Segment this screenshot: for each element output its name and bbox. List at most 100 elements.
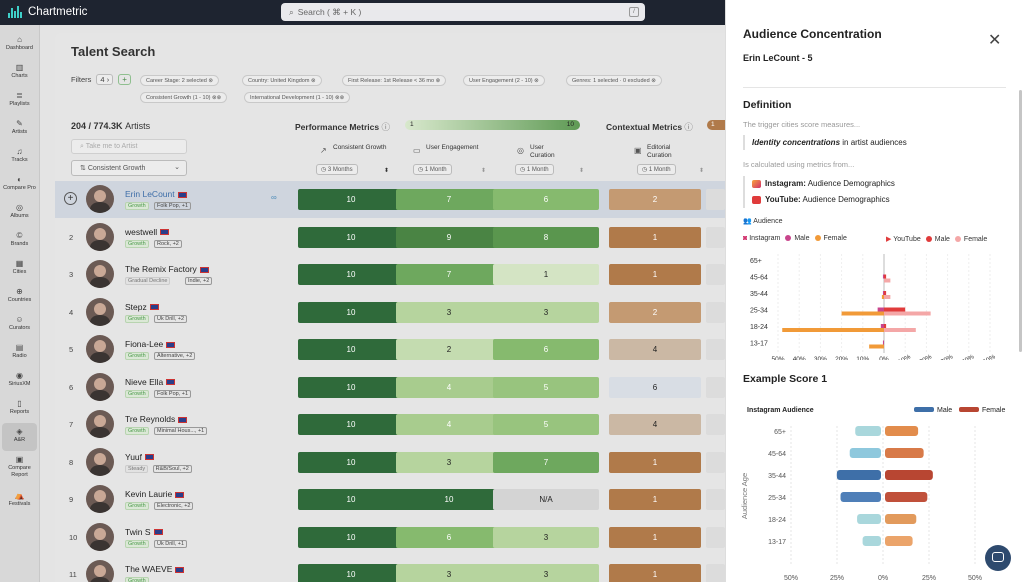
- avatar[interactable]: [86, 410, 114, 438]
- avatar[interactable]: [86, 335, 114, 363]
- score-cell[interactable]: 3: [396, 451, 502, 473]
- add-filter-button[interactable]: +: [118, 74, 131, 85]
- period-select[interactable]: ◷ 1 Month: [413, 164, 452, 175]
- avatar[interactable]: [86, 372, 114, 401]
- score-cell[interactable]: 3: [493, 564, 599, 582]
- add-icon[interactable]: +: [64, 192, 77, 205]
- table-row[interactable]: 8 Yuuf Steady R&B/Soul, +2 10 3 7 1: [55, 444, 725, 481]
- info-icon[interactable]: ⓘ: [684, 122, 693, 132]
- avatar[interactable]: [86, 260, 114, 288]
- score-cell[interactable]: 10: [298, 526, 404, 548]
- filter-chip[interactable]: User Engagement (2 - 10) ⊗: [463, 75, 545, 86]
- avatar[interactable]: [86, 522, 114, 551]
- score-cell[interactable]: 10: [298, 189, 404, 210]
- score-cell[interactable]: 2: [396, 339, 502, 360]
- score-cell[interactable]: 9: [396, 226, 502, 248]
- close-icon[interactable]: ⊗: [651, 78, 656, 84]
- sidebar-item-playlists[interactable]: ≣ Playlists: [0, 87, 39, 115]
- filter-chip[interactable]: Career Stage: 2 selected ⊗: [140, 75, 219, 86]
- score-cell[interactable]: 3: [493, 526, 599, 548]
- score-cell[interactable]: 5: [493, 414, 599, 435]
- sidebar-item-brands[interactable]: © Brands: [0, 227, 39, 255]
- sidebar-item-tracks[interactable]: ♫ Tracks: [0, 143, 39, 171]
- sidebar-item-artists[interactable]: ✎ Artists: [0, 115, 39, 143]
- avatar[interactable]: [86, 222, 114, 251]
- score-cell[interactable]: 7: [396, 189, 502, 210]
- avatar[interactable]: [86, 560, 114, 582]
- score-cell[interactable]: 7: [396, 264, 502, 285]
- score-cell[interactable]: 3: [493, 301, 599, 323]
- chat-button[interactable]: [985, 545, 1011, 571]
- close-icon[interactable]: ⊗⊗: [335, 95, 344, 101]
- sidebar-item-compare-report[interactable]: ▣ Compare Report: [0, 451, 39, 487]
- score-cell[interactable]: 5: [493, 376, 599, 398]
- score-cell[interactable]: 10: [298, 414, 404, 435]
- link-icon[interactable]: ∞: [271, 193, 277, 202]
- col-user-curation[interactable]: ◎ User Curation: [517, 144, 570, 159]
- score-cell[interactable]: 4: [396, 414, 502, 435]
- filter-chip[interactable]: International Development (1 - 10) ⊗⊗: [244, 92, 351, 103]
- sidebar-item-cities[interactable]: ▦ Cities: [0, 255, 39, 283]
- sidebar-item-siriusxm[interactable]: ◉ SiriusXM: [0, 367, 39, 395]
- sidebar-item-radio[interactable]: ▤ Radio: [0, 339, 39, 367]
- table-row[interactable]: 3 The Remix Factory Gradual Decline Indie, …: [55, 256, 725, 293]
- avatar[interactable]: [86, 447, 114, 476]
- score-cell[interactable]: 6: [609, 376, 701, 398]
- artist-name[interactable]: westwell: [125, 227, 170, 237]
- table-row[interactable]: 6 Nieve Ella Growth Folk Pop, +1 10 4 5 6: [55, 369, 725, 406]
- filter-chip[interactable]: First Release: 1st Release < 36 mo ⊗: [342, 75, 447, 86]
- score-cell[interactable]: 8: [493, 226, 599, 248]
- col-consistent-growth[interactable]: ↗ Consistent Growth: [320, 144, 393, 154]
- score-cell[interactable]: 10: [298, 301, 404, 323]
- filter-chip[interactable]: Country: United Kingdom ⊗: [242, 75, 322, 86]
- score-cell[interactable]: 10: [396, 489, 502, 510]
- score-cell[interactable]: 1: [609, 264, 701, 285]
- artist-name[interactable]: Kevin Laurie: [125, 489, 185, 499]
- score-cell[interactable]: 10: [298, 339, 404, 360]
- sidebar-item-dashboard[interactable]: ⌂ Dashboard: [0, 31, 39, 59]
- artist-name[interactable]: Erin LeCount: [125, 189, 187, 199]
- sidebar-item-countries[interactable]: ⊕ Countries: [0, 283, 39, 311]
- artist-name[interactable]: The WAEVE: [125, 564, 185, 574]
- avatar[interactable]: [86, 185, 114, 213]
- close-icon[interactable]: ⊗: [208, 78, 213, 84]
- sort-icon[interactable]: ⬍: [481, 167, 486, 174]
- score-cell[interactable]: 1: [609, 526, 701, 548]
- score-cell[interactable]: 1: [609, 564, 701, 582]
- sort-active-icon[interactable]: ⬍: [384, 167, 389, 174]
- artist-name[interactable]: Nieve Ella: [125, 377, 176, 387]
- table-row[interactable]: 9 Kevin Laurie Growth Electronic, +2 10 10 N/A…: [55, 481, 725, 518]
- score-cell[interactable]: 7: [493, 451, 599, 473]
- table-row[interactable]: 10 Twin S Growth Uk Drill, +1 10 6 3 1: [55, 519, 725, 556]
- score-cell[interactable]: 4: [396, 376, 502, 398]
- score-cell[interactable]: 4: [609, 339, 701, 360]
- close-icon[interactable]: ✕: [988, 33, 1001, 49]
- score-cell[interactable]: 2: [609, 189, 701, 210]
- brand-logo[interactable]: Chartmetric: [8, 6, 87, 18]
- close-icon[interactable]: ⊗: [534, 78, 539, 84]
- period-select[interactable]: ◷ 1 Month: [515, 164, 554, 175]
- table-row[interactable]: 7 Tre Reynolds Growth Minimal Hous..., +1 10…: [55, 406, 725, 443]
- info-icon[interactable]: ⓘ: [381, 122, 390, 132]
- sidebar-item-ar[interactable]: ◈ A&R: [2, 423, 37, 451]
- sidebar-item-reports[interactable]: ▯ Reports: [0, 395, 39, 423]
- table-row[interactable]: 4 Stepz Growth Uk Drill, +2 10 3 3 2: [55, 294, 725, 331]
- sidebar-item-charts[interactable]: ▥ Charts: [0, 59, 39, 87]
- artist-name[interactable]: Tre Reynolds: [125, 414, 188, 424]
- global-search[interactable]: ⌕ Search ( ⌘ + K ) /: [281, 3, 645, 21]
- table-row[interactable]: 2 westwell Growth Rock, +2 10 9 8 1: [55, 219, 725, 256]
- sort-icon[interactable]: ⬍: [699, 167, 704, 174]
- score-cell[interactable]: 10: [298, 489, 404, 510]
- score-cell[interactable]: 10: [298, 226, 404, 248]
- col-user-engagement[interactable]: ▭ User Engagement: [413, 144, 481, 154]
- score-cell[interactable]: 10: [298, 451, 404, 473]
- score-cell[interactable]: 6: [493, 339, 599, 360]
- artist-search-input[interactable]: ⌕ Take me to Artist: [71, 139, 187, 154]
- score-cell[interactable]: 2: [609, 301, 701, 323]
- artist-name[interactable]: Fiona-Lee: [125, 339, 176, 349]
- score-cell[interactable]: 1: [493, 264, 599, 285]
- panel-scrollbar[interactable]: [1019, 90, 1022, 352]
- close-icon[interactable]: ⊗: [436, 78, 441, 84]
- score-cell[interactable]: 3: [396, 564, 502, 582]
- table-row[interactable]: 5 Fiona-Lee Growth Alternative, +2 10 2 6 4: [55, 331, 725, 368]
